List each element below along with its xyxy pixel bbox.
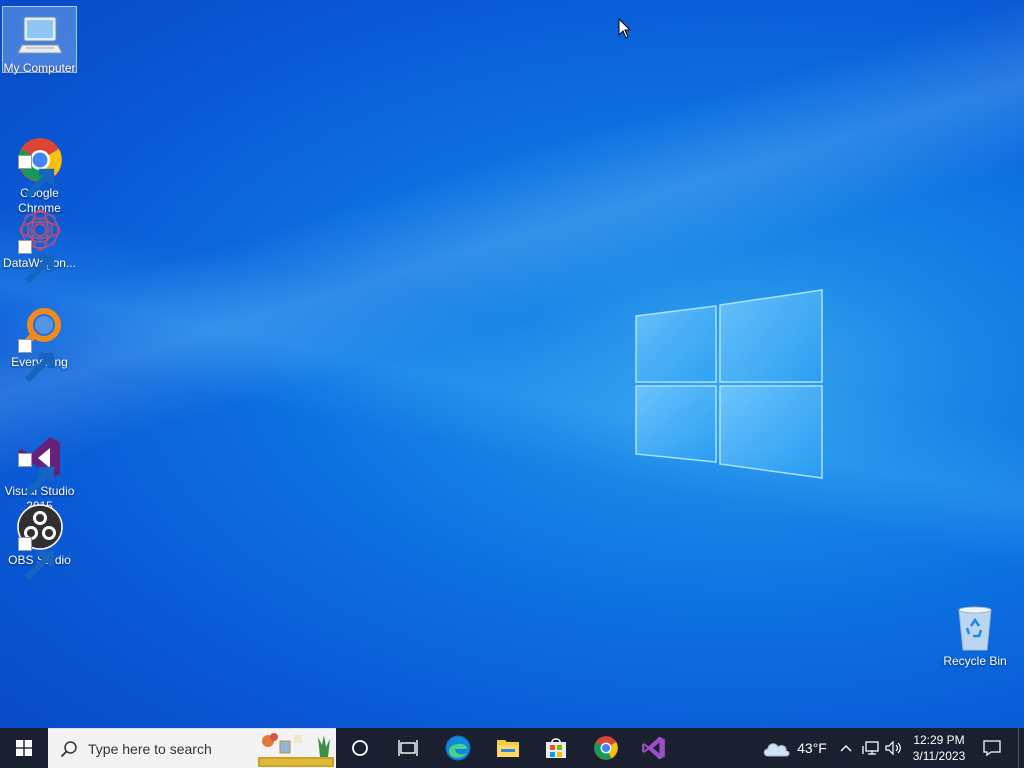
wallpaper-light-beam-lower	[0, 0, 1024, 728]
chrome-icon	[594, 736, 618, 760]
computer-icon	[16, 11, 64, 59]
search-placeholder: Type here to search	[88, 740, 212, 757]
visual-studio-icon	[642, 736, 665, 760]
shortcut-arrow-icon	[17, 537, 54, 581]
desktop-icon-label: Recycle Bin	[943, 654, 1007, 668]
chevron-up-icon	[840, 745, 852, 752]
system-clock[interactable]: 12:29 PM 3/11/2023	[904, 728, 974, 768]
taskbar: Type here to search 43°F 12:29 PM 3/11/2…	[0, 728, 1024, 768]
recycle-bin-icon	[951, 604, 999, 652]
start-button[interactable]	[0, 728, 48, 768]
search-icon	[60, 740, 77, 757]
task-view-icon	[398, 740, 418, 756]
show-desktop-button[interactable]	[1018, 728, 1024, 768]
taskbar-chrome[interactable]	[584, 728, 628, 768]
shortcut-arrow-icon	[17, 155, 54, 199]
file-explorer-icon	[497, 740, 519, 757]
taskbar-microsoft-store[interactable]	[534, 728, 578, 768]
volume-button[interactable]	[882, 728, 904, 768]
taskbar-file-explorer[interactable]	[486, 728, 530, 768]
taskbar-edge[interactable]	[436, 728, 480, 768]
visual-studio-icon	[16, 419, 64, 497]
desktop-icon-recycle-bin[interactable]: Recycle Bin	[938, 600, 1012, 670]
notification-icon	[983, 740, 1001, 756]
desktop-icon-visual-studio-2015[interactable]: Visual Studio 2015	[2, 400, 77, 513]
cloud-icon	[763, 743, 790, 757]
search-highlight-illustration-icon	[258, 733, 334, 767]
shortcut-arrow-icon	[17, 453, 54, 497]
shortcut-arrow-icon	[17, 240, 54, 284]
datawagon-icon	[16, 206, 64, 284]
windows-start-icon	[16, 740, 32, 756]
shortcut-arrow-icon	[17, 339, 54, 383]
task-view-button[interactable]	[386, 728, 430, 768]
network-icon	[862, 741, 879, 755]
cortana-button[interactable]	[338, 728, 382, 768]
edge-icon	[445, 735, 471, 761]
mouse-cursor-icon	[618, 18, 632, 39]
clock-date: 3/11/2023	[912, 749, 966, 763]
cortana-icon	[352, 740, 368, 756]
store-icon	[546, 738, 566, 758]
action-center-button[interactable]	[972, 728, 1012, 768]
taskbar-search-box[interactable]: Type here to search	[48, 728, 336, 768]
speaker-icon	[885, 740, 901, 756]
taskbar-visual-studio[interactable]	[632, 728, 676, 768]
desktop-icon-everything[interactable]: Everything	[2, 301, 77, 383]
desktop-icon-my-computer[interactable]: My Computer	[2, 6, 77, 75]
clock-time: 12:29 PM	[913, 733, 965, 747]
weather-temperature: 43°F	[797, 740, 827, 756]
desktop-icon-google-chrome[interactable]: Google Chrome	[2, 102, 77, 215]
show-hidden-icons-button[interactable]	[836, 728, 856, 768]
network-button[interactable]	[860, 728, 882, 768]
obs-icon	[16, 503, 64, 581]
windows-logo-wallpaper	[635, 289, 823, 479]
desktop-icon-label: My Computer	[3, 61, 76, 75]
weather-widget[interactable]: 43°F	[758, 728, 830, 768]
wallpaper-light-beam	[0, 0, 1024, 728]
desktop-icon-obs-studio[interactable]: OBS Studio	[2, 499, 77, 581]
everything-icon	[16, 305, 64, 383]
desktop-icon-datawagon[interactable]: DataWagon...	[2, 202, 77, 284]
chrome-icon	[16, 121, 64, 199]
